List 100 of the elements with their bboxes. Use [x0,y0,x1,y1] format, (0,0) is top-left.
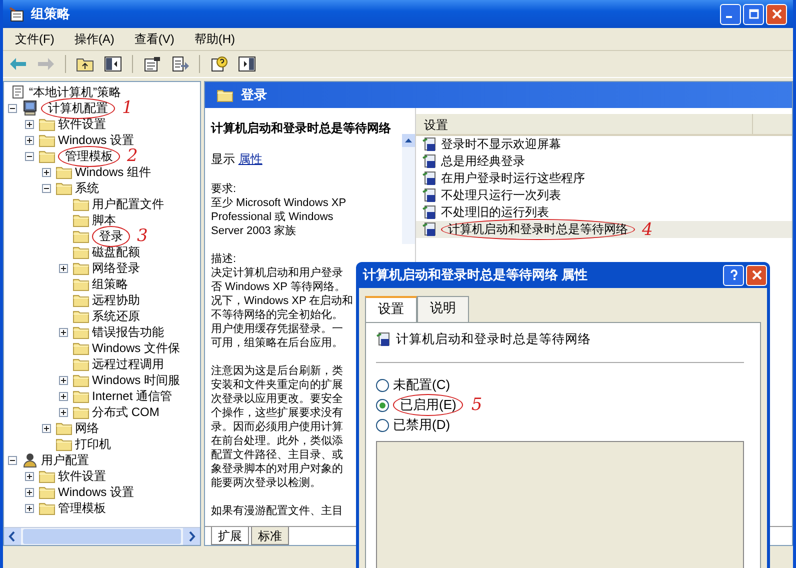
export-list-icon[interactable] [171,56,189,72]
folder-icon [39,149,55,163]
properties-link[interactable]: 属性 [238,152,262,166]
policy-setting-icon [422,170,438,186]
tree-item[interactable]: Windows 组件 [75,164,152,180]
expand-toggle[interactable] [59,392,68,400]
list-row[interactable]: 在用户登录时运行这些程序 [416,170,792,187]
expand-toggle[interactable] [42,184,51,192]
tree-item[interactable]: 脚本 [92,212,116,228]
menu-item[interactable]: 文件(F) [7,28,62,50]
show-tree-icon[interactable] [104,56,122,72]
tree-item[interactable]: 系统还原 [92,308,140,324]
tree-item[interactable]: Windows 设置 [58,132,134,148]
expand-toggle[interactable] [8,104,17,112]
tree-item[interactable]: 管理模板 [58,500,106,516]
tree-item[interactable]: 网络登录 [92,260,140,276]
show-pane-icon[interactable] [238,56,256,72]
dialog-tab[interactable]: 说明 [417,296,469,322]
app-icon [9,6,25,22]
folder-icon [56,181,72,195]
radio-label[interactable]: 未配置(C) [393,376,450,394]
up-folder-icon[interactable] [76,56,94,72]
scroll-left-icon[interactable] [4,528,21,545]
tree-item[interactable]: 远程协助 [92,292,140,308]
setting-name: 登录时不显示欢迎屏幕 [441,136,561,153]
tree-item[interactable]: 打印机 [75,436,111,452]
tree-item[interactable]: 登录 [99,228,123,242]
expand-toggle[interactable] [59,376,68,384]
tree-item[interactable]: 软件设置 [58,468,106,484]
list-row[interactable]: 计算机启动和登录时总是等待网络 4 [416,221,792,238]
horizontal-scrollbar[interactable] [4,527,200,545]
tree-item[interactable]: 系统 [75,180,99,196]
view-tab[interactable]: 扩展 [211,527,249,545]
view-tab[interactable]: 标准 [251,527,289,545]
show-label: 显示 [211,152,235,166]
close-button[interactable] [766,4,787,24]
dialog-tab[interactable]: 设置 [365,296,417,322]
menu-item[interactable]: 帮助(H) [186,28,243,50]
radio-button[interactable] [376,378,389,392]
vertical-scrollbar[interactable] [402,134,415,244]
description-line: 配置文件路径、主目录、或 [211,448,343,462]
list-row[interactable]: 总是用经典登录 [416,153,792,170]
radio-label[interactable]: 已启用(E) [400,397,456,412]
folder-icon [56,437,72,451]
menu-item[interactable]: 操作(A) [66,28,122,50]
tree-item[interactable]: 远程过程调用 [92,356,164,372]
help-button[interactable] [723,264,744,286]
description-line: 描述: [211,252,236,266]
setting-name: 总是用经典登录 [441,153,525,170]
radio-button[interactable] [376,398,389,412]
expand-toggle[interactable] [59,264,68,272]
policy-setting-icon [376,332,392,348]
properties-icon[interactable] [143,56,161,72]
description-line: 在前台处理。此外，类似添 [211,434,343,448]
annotation-number: 3 [137,229,148,243]
expand-toggle[interactable] [59,408,68,416]
policy-setting-icon [422,204,438,220]
tree-item[interactable]: 管理模板 [65,148,113,162]
radio-label[interactable]: 已禁用(D) [393,416,450,434]
tree-item[interactable]: 磁盘配额 [92,244,140,260]
scroll-right-icon[interactable] [183,528,200,545]
expand-toggle[interactable] [25,504,34,512]
tree-item[interactable]: “本地计算机”策略 [29,84,121,100]
expand-toggle[interactable] [25,472,34,480]
expand-toggle[interactable] [42,168,51,176]
tree-item[interactable]: Internet 通信管 [92,388,172,404]
expand-toggle[interactable] [25,152,34,160]
help-icon[interactable] [210,56,228,72]
list-row[interactable]: 不处理只运行一次列表 [416,187,792,204]
folder-icon [73,341,89,355]
expand-toggle[interactable] [8,456,17,464]
tree-item[interactable]: 网络 [75,420,99,436]
tree-item[interactable]: 用户配置 [41,452,89,468]
tree-item[interactable]: 错误报告功能 [92,324,164,340]
description-line: 况下，Windows XP 在启动和 [211,294,354,308]
description-line: 次登录以应用更改。要安全 [211,392,343,406]
description-line: 用户使用缓存凭据登录。一 [211,322,343,336]
description-line: 个操作，这些扩展要求没有 [211,406,343,420]
maximize-button[interactable] [743,4,764,24]
tree-item[interactable]: Windows 时间服 [92,372,180,388]
expand-toggle[interactable] [25,120,34,128]
tree-item[interactable]: 用户配置文件 [92,196,164,212]
tree-item[interactable]: 软件设置 [58,116,106,132]
minimize-button[interactable] [720,4,741,24]
close-button[interactable] [746,264,767,286]
scroll-up-icon[interactable] [402,134,415,147]
tree-item[interactable]: Windows 文件保 [92,340,180,356]
description-line: Professional 或 Windows [211,210,334,224]
list-row[interactable]: 不处理旧的运行列表 [416,204,792,221]
expand-toggle[interactable] [42,424,51,432]
list-row[interactable]: 登录时不显示欢迎屏幕 [416,136,792,153]
tree-item[interactable]: 分布式 COM [92,404,160,420]
tree-item[interactable]: Windows 设置 [58,484,134,500]
expand-toggle[interactable] [25,136,34,144]
expand-toggle[interactable] [25,488,34,496]
radio-button[interactable] [376,418,389,432]
tree-item[interactable]: 计算机配置 [48,100,108,114]
expand-toggle[interactable] [59,328,68,336]
menu-item[interactable]: 查看(V) [126,28,182,50]
tree-item[interactable]: 组策略 [92,276,128,292]
